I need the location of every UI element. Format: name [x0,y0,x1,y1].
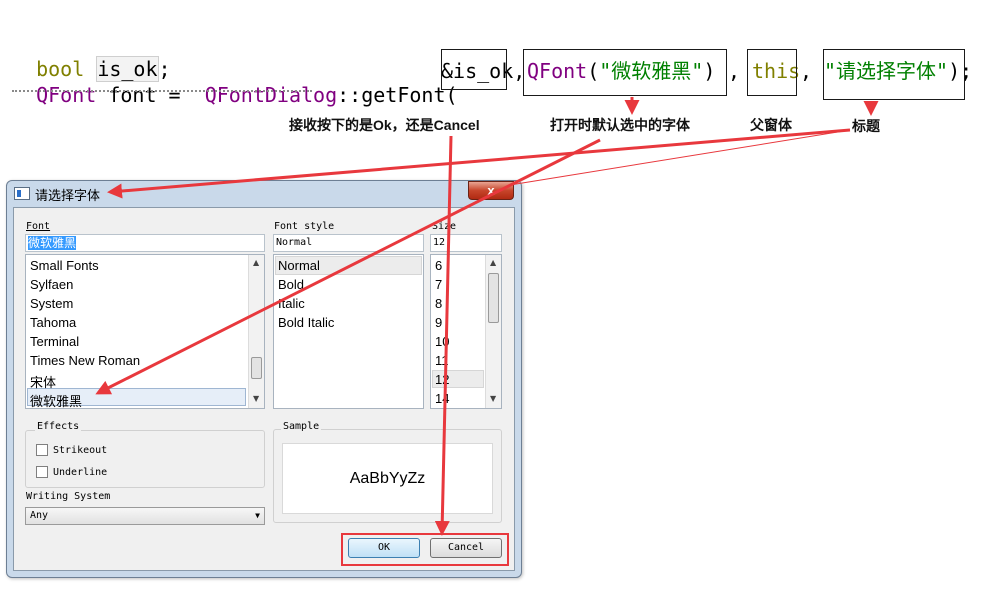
thin-line-font [469,139,601,206]
arrow-title-to-dialog [107,128,851,199]
thin-line-title [509,129,851,186]
annotation-arrows [95,97,879,536]
arrow-ok-to-buttons [434,135,453,536]
